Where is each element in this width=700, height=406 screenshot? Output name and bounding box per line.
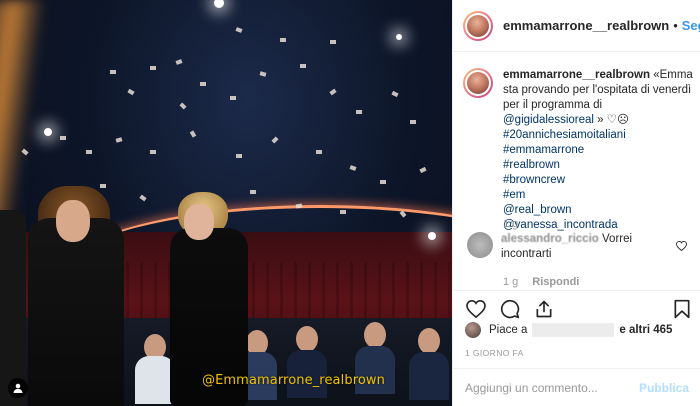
header-username[interactable]: emmamarrone__realbrown — [503, 18, 669, 33]
likes-prefix: Piace a — [489, 324, 528, 336]
stage-light — [396, 34, 402, 40]
follow-button[interactable]: Segui — [682, 18, 700, 33]
post-sidebar: emmamarrone__realbrown • Segui emmamarro… — [452, 0, 700, 406]
redacted-username — [532, 323, 615, 337]
comment-avatar[interactable] — [467, 232, 493, 258]
caption-emoji: » ♡☹ — [593, 114, 630, 126]
reply-button[interactable]: Rispondi — [532, 276, 579, 288]
avatar[interactable] — [463, 10, 493, 41]
user-tags-button[interactable] — [8, 378, 28, 398]
mention-link[interactable]: @real_brown — [503, 203, 695, 218]
share-button[interactable] — [533, 298, 555, 320]
heart-icon — [466, 299, 486, 318]
comment-meta: 1 g Rispondi — [503, 276, 579, 288]
person-icon — [13, 383, 23, 393]
mention-link[interactable]: @vanessa_incontrada — [503, 218, 695, 233]
bookmark-icon — [674, 299, 690, 318]
hashtag-link[interactable]: #realbrown — [503, 158, 695, 173]
save-button[interactable] — [671, 298, 693, 320]
add-comment-bar: Pubblica — [453, 368, 700, 406]
comment-bubble-icon — [500, 299, 520, 318]
comment-input[interactable] — [465, 380, 639, 395]
separator-dot: • — [673, 18, 678, 33]
hashtag-link[interactable]: #20annichesiamoitaliani — [503, 129, 626, 141]
post-photo[interactable]: @Emmamarrone_realbrown — [0, 0, 452, 406]
caption-avatar[interactable] — [463, 68, 493, 98]
stage-light — [428, 232, 436, 240]
stage-light-glow — [0, 0, 47, 230]
comment-item: alessandro_riccio Vorrei incontrarti — [463, 232, 695, 262]
likes-count[interactable]: e altri 465 — [619, 324, 672, 336]
comment-button[interactable] — [499, 298, 521, 320]
stage-light — [214, 0, 224, 8]
comment-like-heart-icon[interactable] — [676, 241, 687, 251]
comments-section: emmamarrone__realbrown «Emma sta provand… — [453, 52, 700, 290]
hashtag-link[interactable]: #browncrew — [503, 173, 695, 188]
person-far-left — [0, 210, 26, 406]
caption-text: emmamarrone__realbrown «Emma sta provand… — [503, 68, 695, 233]
post-caption: emmamarrone__realbrown «Emma sta provand… — [463, 68, 695, 233]
hashtag-link[interactable]: #emmamarrone — [503, 143, 695, 158]
caption-timestamp: 1 g — [503, 218, 519, 230]
like-button[interactable] — [465, 298, 487, 320]
comment-timestamp: 1 g — [503, 276, 519, 288]
likes-summary: Piace a e altri 465 — [465, 322, 672, 338]
comment-text: alessandro_riccio Vorrei incontrarti — [501, 232, 671, 262]
publish-button[interactable]: Pubblica — [639, 381, 689, 395]
mention-link[interactable]: @gigidalessioreal — [503, 114, 594, 126]
stage-light — [44, 128, 52, 136]
hashtag-link[interactable]: #em — [503, 188, 695, 203]
share-upload-icon — [536, 300, 552, 317]
post-date[interactable]: 1 GIORNO FA — [465, 348, 524, 358]
post-header: emmamarrone__realbrown • Segui — [453, 0, 700, 52]
action-bar — [453, 290, 700, 326]
liker-avatar[interactable] — [465, 322, 481, 338]
caption-username[interactable]: emmamarrone__realbrown — [503, 69, 650, 81]
photo-watermark: @Emmamarrone_realbrown — [202, 373, 385, 388]
comment-username[interactable]: alessandro_riccio — [501, 233, 599, 245]
